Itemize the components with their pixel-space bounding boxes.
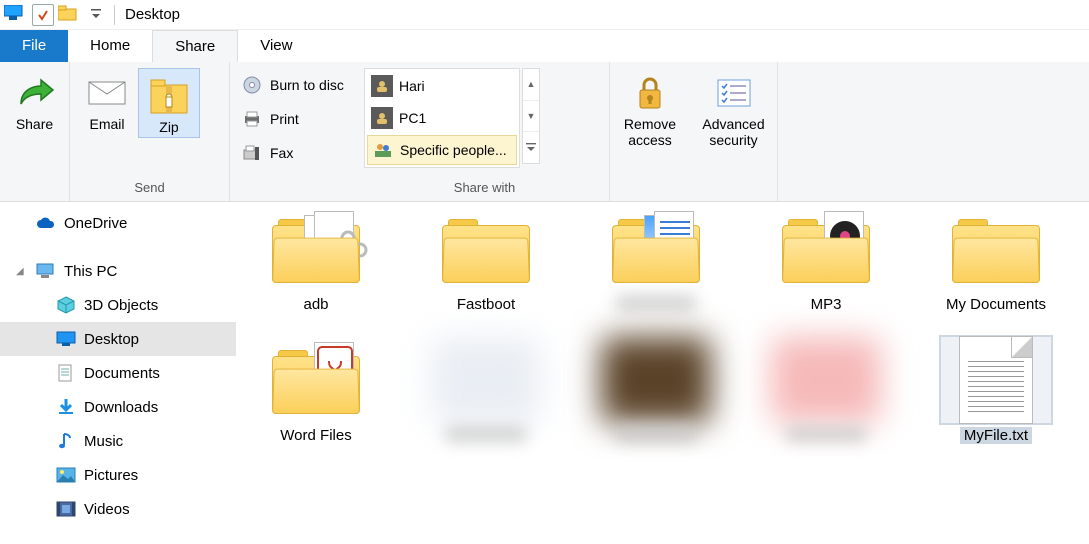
share-arrow-icon (15, 72, 55, 114)
workspace: OneDrive ◢ This PC 3D Objects Desktop Do… (0, 202, 1089, 544)
disc-icon (242, 76, 262, 94)
qat-dropdown[interactable] (88, 5, 104, 25)
item-blurred-4[interactable] (756, 337, 896, 444)
zip-button[interactable]: Zip (138, 68, 200, 138)
folder-word-files[interactable]: PDF Word Files (246, 337, 386, 444)
checklist-icon (716, 72, 752, 114)
scroll-up[interactable]: ▲ (523, 69, 539, 101)
fax-button[interactable]: Fax (236, 140, 299, 166)
folder-blurred-1[interactable] (586, 206, 726, 313)
window-title: Desktop (125, 6, 180, 23)
ribbon-group-burn: Burn to disc Print Fax (230, 62, 360, 201)
download-arrow-icon (56, 398, 76, 416)
share-specific-people[interactable]: Specific people... (367, 135, 517, 165)
title-separator (114, 5, 115, 25)
pc-icon (36, 263, 56, 279)
share-user-hari[interactable]: Hari (367, 71, 517, 101)
folder-fastboot[interactable]: Fastboot (416, 206, 556, 313)
title-bar: Desktop (0, 0, 1089, 30)
text-file-icon (959, 336, 1033, 424)
user-icon (371, 75, 393, 97)
desktop-icon (56, 331, 76, 347)
folder-mp3[interactable]: MP3 (756, 206, 896, 313)
nav-pictures[interactable]: Pictures (0, 458, 236, 492)
advanced-security-button[interactable]: Advanced security (696, 68, 771, 152)
share-list-scroll: ▲ ▼ (522, 68, 540, 164)
people-icon (372, 139, 394, 161)
nav-music[interactable]: Music (0, 424, 236, 458)
scroll-down[interactable]: ▼ (523, 101, 539, 133)
group-label-send: Send (70, 177, 229, 201)
folder-icon[interactable] (58, 5, 80, 25)
scroll-more[interactable] (523, 132, 539, 163)
burn-button[interactable]: Burn to disc (236, 72, 350, 98)
nav-documents[interactable]: Documents (0, 356, 236, 390)
cube-icon (56, 296, 76, 314)
qat-properties-button[interactable] (32, 4, 54, 26)
tab-home[interactable]: Home (68, 30, 152, 62)
tab-view[interactable]: View (238, 30, 314, 62)
group-label-sharewith: Share with (360, 177, 609, 201)
navigation-pane: OneDrive ◢ This PC 3D Objects Desktop Do… (0, 202, 236, 544)
lock-icon (634, 72, 666, 114)
folder-my-documents[interactable]: My Documents (926, 206, 1066, 313)
remove-access-button[interactable]: Remove access (616, 68, 684, 152)
ribbon-group-access: Remove access (610, 62, 690, 201)
item-blurred-3[interactable] (586, 337, 726, 444)
document-icon (56, 364, 76, 382)
file-list: adb Fastboot MP3 My (236, 202, 1089, 544)
nav-desktop[interactable]: Desktop (0, 322, 236, 356)
user-icon (371, 107, 393, 129)
share-user-pc1[interactable]: PC1 (367, 103, 517, 133)
item-blurred-2[interactable] (416, 337, 556, 444)
music-note-icon (56, 432, 76, 450)
ribbon: Share Email Zip Send Bu (0, 62, 1089, 202)
nav-downloads[interactable]: Downloads (0, 390, 236, 424)
ribbon-group-send: Email Zip Send (70, 62, 230, 201)
ribbon-group-share: Share (0, 62, 70, 201)
folder-adb[interactable]: adb (246, 206, 386, 313)
fax-icon (242, 144, 262, 162)
tab-file[interactable]: File (0, 30, 68, 62)
app-icon[interactable] (4, 5, 26, 25)
ribbon-group-security: Advanced security (690, 62, 778, 201)
share-button[interactable]: Share (6, 68, 63, 136)
picture-icon (56, 467, 76, 483)
share-with-list: Hari PC1 Specific people... (364, 68, 520, 168)
nav-3d-objects[interactable]: 3D Objects (0, 288, 236, 322)
email-button[interactable]: Email (76, 68, 138, 136)
film-icon (56, 501, 76, 517)
expand-icon[interactable]: ◢ (16, 266, 24, 277)
ribbon-group-sharewith: Hari PC1 Specific people... ▲ ▼ Share wi… (360, 62, 610, 201)
envelope-icon (87, 72, 127, 114)
file-myfile-txt[interactable]: MyFile.txt (926, 337, 1066, 444)
printer-icon (242, 110, 262, 128)
cloud-icon (36, 216, 56, 230)
print-button[interactable]: Print (236, 106, 305, 132)
ribbon-tabs: File Home Share View (0, 30, 1089, 62)
nav-onedrive[interactable]: OneDrive (0, 206, 236, 240)
nav-videos[interactable]: Videos (0, 492, 236, 526)
nav-this-pc[interactable]: ◢ This PC (0, 254, 236, 288)
zip-folder-icon (149, 75, 189, 117)
tab-share[interactable]: Share (152, 30, 238, 62)
